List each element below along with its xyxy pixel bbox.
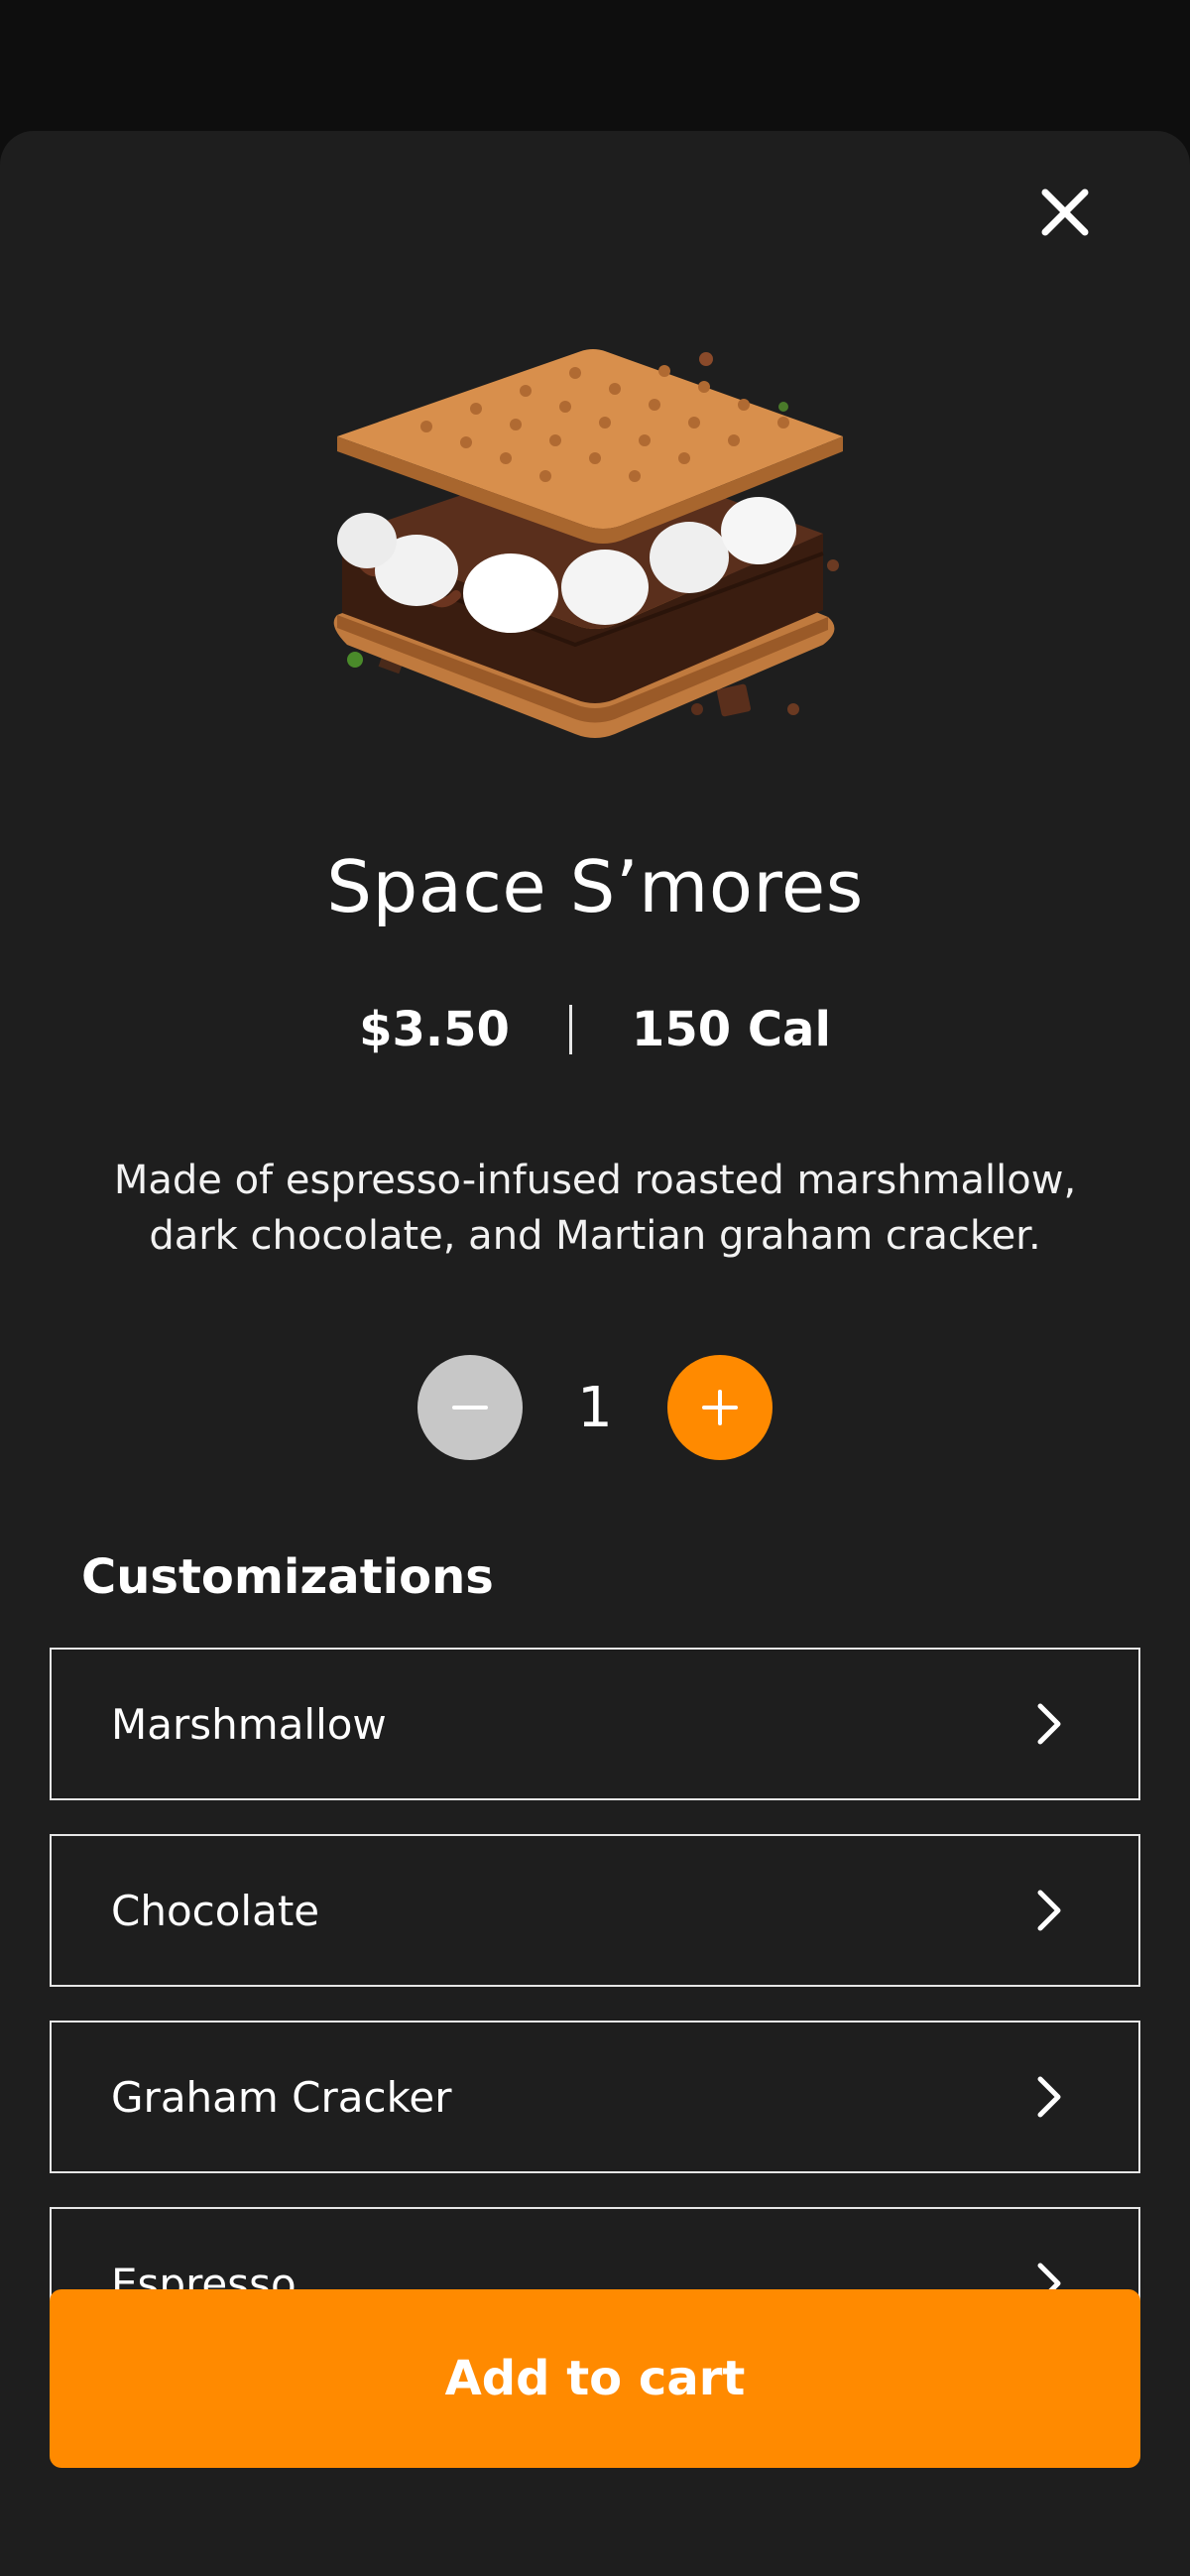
product-description: Made of espresso-infused roasted marshma… xyxy=(113,1158,1077,1259)
close-button[interactable] xyxy=(1029,177,1101,248)
smores-image xyxy=(333,349,843,738)
customization-label: Graham Cracker xyxy=(111,2072,452,2122)
customization-label: Chocolate xyxy=(111,1886,320,1935)
decrease-quantity-button[interactable] xyxy=(417,1355,523,1460)
product-detail-sheet: Space S’mores $3.50 150 Cal Made of espr… xyxy=(0,131,1190,2576)
product-title: Space S’mores xyxy=(326,845,864,928)
product-meta: $3.50 150 Cal xyxy=(0,1002,1190,1057)
chevron-right-icon xyxy=(1029,1700,1069,1748)
customization-item-chocolate[interactable]: Chocolate xyxy=(50,1834,1140,1987)
minus-icon xyxy=(452,1406,488,1410)
customizations-list: Marshmallow Chocolate Graham Cracker Esp… xyxy=(50,1648,1140,2393)
close-icon xyxy=(1041,188,1089,236)
plus-icon xyxy=(702,1390,738,1425)
chevron-right-icon xyxy=(1029,2073,1069,2121)
product-calories: 150 Cal xyxy=(631,1002,831,1057)
quantity-stepper: 1 xyxy=(0,1355,1190,1460)
customization-item-marshmallow[interactable]: Marshmallow xyxy=(50,1648,1140,1800)
customization-item-graham-cracker[interactable]: Graham Cracker xyxy=(50,2021,1140,2173)
chevron-right-icon xyxy=(1029,1887,1069,1934)
customization-label: Marshmallow xyxy=(111,1699,387,1749)
quantity-value: 1 xyxy=(577,1375,613,1440)
product-price: $3.50 xyxy=(359,1002,510,1057)
add-to-cart-button[interactable]: Add to cart xyxy=(50,2289,1140,2468)
increase-quantity-button[interactable] xyxy=(667,1355,773,1460)
customizations-title: Customizations xyxy=(81,1549,494,1605)
meta-divider xyxy=(568,1005,572,1054)
